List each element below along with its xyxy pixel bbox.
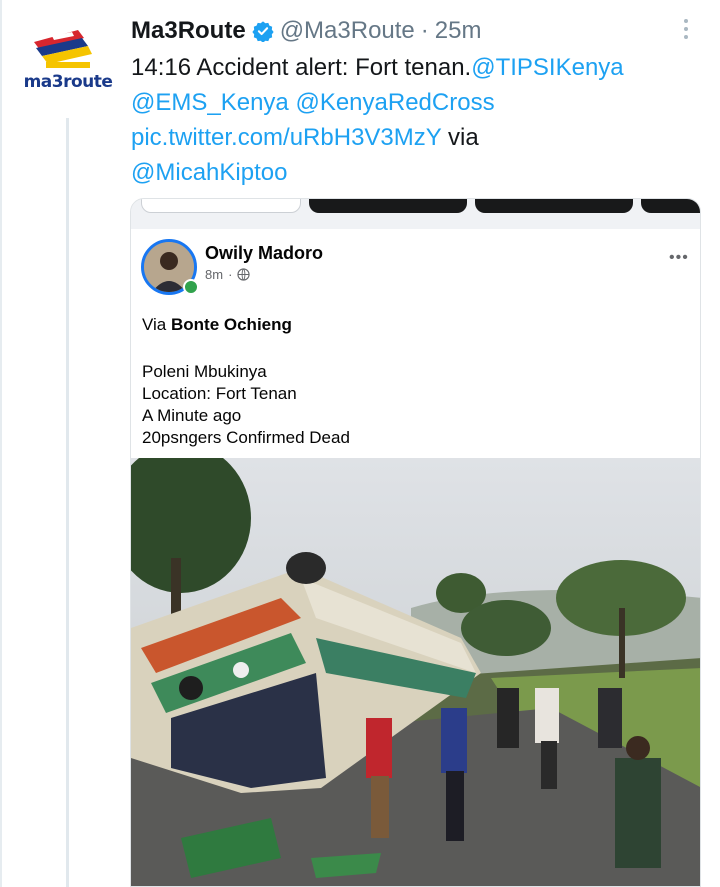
profile-avatar[interactable]: ma3route — [22, 22, 114, 106]
separator-dot: · — [420, 17, 429, 44]
mention-link[interactable]: @MicahKiptoo — [131, 159, 287, 186]
story-pill — [475, 199, 633, 213]
logo-text: ma3route — [23, 72, 113, 92]
story-pill — [641, 199, 700, 213]
handle[interactable]: @Ma3Route — [280, 17, 415, 45]
card-top-strip — [131, 199, 700, 229]
fb-separator: · — [228, 267, 233, 282]
fb-body-line: Poleni Mbukinya — [142, 362, 267, 381]
timestamp[interactable]: 25m — [435, 17, 482, 45]
left-border — [0, 0, 2, 887]
more-horizontal-icon: ••• — [669, 249, 689, 266]
tweet-text: 14:16 Accident alert: Fort tenan.@TIPSIK… — [131, 50, 701, 190]
fb-via-line: Via Bonte Ochieng — [142, 315, 292, 335]
fb-body-line: 20psngers Confirmed Dead — [142, 428, 350, 447]
display-name[interactable]: Ma3Route — [131, 17, 246, 45]
globe-icon — [237, 268, 251, 281]
mention-link[interactable]: @EMS_Kenya — [131, 89, 289, 116]
media-link[interactable]: pic.twitter.com/uRbH3V3MzY — [131, 124, 441, 151]
thread-line — [66, 118, 69, 887]
fb-body-line: Location: Fort Tenan — [142, 384, 297, 403]
tweet-text-line: pic.twitter.com/uRbH3V3MzY via — [131, 120, 701, 155]
tweet-header: Ma3Route @Ma3Route · 25m — [131, 14, 481, 48]
tweet-text-span: 14:16 Accident alert: Fort tenan. — [131, 54, 472, 81]
fb-post-meta: 8m · — [205, 267, 251, 282]
fb-author-name: Owily Madoro — [205, 243, 324, 263]
more-vertical-icon[interactable] — [678, 16, 694, 44]
fb-post-body: Poleni Mbukinya Location: Fort Tenan A M… — [142, 361, 350, 449]
fb-body-line: A Minute ago — [142, 406, 242, 425]
story-pill — [141, 199, 301, 213]
ma3route-logo-icon — [34, 30, 92, 68]
mention-link[interactable]: @TIPSIKenya — [471, 54, 623, 81]
media-card[interactable]: Owily Madoro 8m · ••• Via Bonte Ochieng … — [130, 198, 701, 887]
tweet-text-line: @EMS_Kenya @KenyaRedCross — [131, 85, 701, 120]
accident-photo — [131, 458, 700, 886]
story-pill — [309, 199, 467, 213]
mention-link[interactable]: @KenyaRedCross — [295, 89, 494, 116]
fb-via-name: Bonte Ochieng — [171, 315, 292, 334]
tweet-text-span: via — [441, 124, 479, 151]
fb-post-time: 8m — [205, 267, 224, 282]
tweet-text-line: 14:16 Accident alert: Fort tenan.@TIPSIK… — [131, 50, 701, 85]
online-status-dot — [183, 279, 199, 295]
tweet-text-line: @MicahKiptoo — [131, 155, 701, 190]
fb-via-prefix: Via — [142, 315, 171, 334]
verified-badge-icon — [252, 21, 274, 42]
facebook-post: Owily Madoro 8m · ••• Via Bonte Ochieng … — [131, 229, 700, 459]
overturned-bus-photo — [131, 458, 700, 886]
